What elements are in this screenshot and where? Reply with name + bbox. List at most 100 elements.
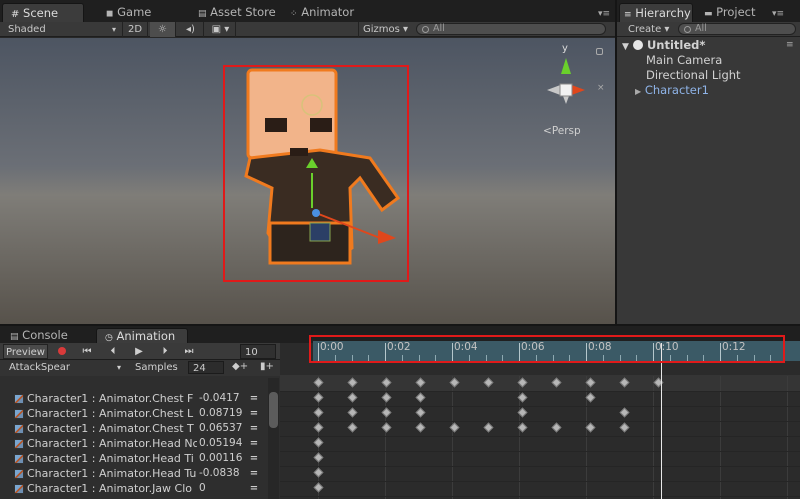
tab-asset-store[interactable]: ▤ Asset Store [190, 3, 284, 22]
lighting-toggle-icon[interactable]: ☼ [150, 22, 176, 37]
frame-field[interactable]: 10 [240, 344, 276, 359]
add-keyframe-icon[interactable]: ◆+ [232, 361, 248, 372]
hierarchy-item-character1[interactable]: ▶ Character1 [618, 83, 800, 98]
transform-curve-icon [14, 424, 24, 434]
remove-property-button[interactable]: = [249, 391, 259, 406]
samples-field[interactable]: 24 [188, 361, 224, 374]
highlight-character-box [223, 65, 409, 282]
summary-row [280, 375, 800, 391]
property-row[interactable]: Character1 : Animator.Head Tu -0.0838 = [0, 466, 265, 481]
add-event-icon[interactable]: ▮+ [260, 361, 274, 372]
unity-scene-icon [632, 40, 643, 50]
transform-curve-icon [14, 454, 24, 464]
property-name: Character1 : Animator.Jaw Clo [27, 482, 193, 495]
step-back-icon: ⏴ [110, 346, 116, 357]
play-icon: ▶ [135, 346, 143, 357]
last-key-button[interactable]: ⏭ [178, 344, 200, 359]
transform-curve-icon [14, 484, 24, 494]
shading-dropdown[interactable]: Shaded ▾ [8, 22, 118, 37]
skip-end-icon: ⏭ [184, 346, 194, 357]
collapse-arrow-icon: ▶ [635, 87, 642, 96]
row-line [280, 451, 800, 452]
property-row[interactable]: Character1 : Animator.Chest L 0.08719 = [0, 406, 265, 421]
remove-property-button[interactable]: = [249, 406, 259, 421]
tab-project[interactable]: ▬ Project [696, 3, 764, 22]
property-name: Character1 : Animator.Head Ti [27, 452, 194, 465]
transform-curve-icon [14, 409, 24, 419]
remove-property-button[interactable]: = [249, 451, 259, 466]
audio-toggle-icon[interactable]: ◂) [178, 22, 204, 37]
property-value[interactable]: 0.08719 [199, 406, 249, 421]
playhead[interactable] [661, 343, 662, 499]
tab-hierarchy[interactable]: ≡ Hierarchy [619, 3, 693, 22]
property-value[interactable]: -0.0838 [199, 466, 249, 481]
row-line [280, 436, 800, 437]
create-dropdown[interactable]: Create ▾ [628, 22, 669, 37]
hierarchy-icon: ≡ [624, 10, 632, 20]
hierarchy-item-directional-light[interactable]: Directional Light [618, 68, 800, 83]
gizmo-y-label: y [562, 43, 568, 54]
hierarchy-search-input[interactable]: All [678, 23, 796, 35]
property-value[interactable]: 0.06537 [199, 421, 249, 436]
transform-curve-icon [14, 439, 24, 449]
tab-scene[interactable]: # Scene [2, 3, 84, 22]
lock-icon[interactable] [596, 48, 603, 55]
property-name: Character1 : Animator.Chest F [27, 392, 194, 405]
folder-icon: ▬ [704, 9, 713, 19]
transform-curve-icon [14, 469, 24, 479]
remove-property-button[interactable]: = [249, 421, 259, 436]
record-button[interactable] [52, 344, 72, 359]
row-line [280, 391, 800, 392]
property-name: Character1 : Animator.Head Nc [27, 437, 197, 450]
panel-menu-icon[interactable]: ▾≡ [598, 10, 610, 19]
orientation-gizmo[interactable]: × [535, 44, 605, 124]
store-icon: ▤ [198, 9, 207, 19]
property-value[interactable]: 0 [199, 481, 249, 496]
scene-search-input[interactable]: All [416, 23, 606, 35]
scrollbar-thumb[interactable] [269, 392, 278, 428]
persp-label[interactable]: <Persp [543, 125, 581, 137]
property-name: Character1 : Animator.Chest T [27, 422, 194, 435]
property-row[interactable]: Character1 : Animator.Chest F -0.0417 = [0, 391, 265, 406]
skip-start-icon: ⏮ [82, 346, 92, 357]
property-row[interactable]: Character1 : Animator.Jaw Clo 0 = [0, 481, 265, 496]
hierarchy-menu-icon[interactable]: ▾≡ [772, 10, 784, 19]
property-value[interactable]: -0.0417 [199, 391, 249, 406]
scene-root-row[interactable]: ▼ Untitled* [618, 38, 800, 53]
step-forward-icon: ⏵ [162, 346, 168, 357]
transform-curve-icon [14, 394, 24, 404]
row-line [280, 466, 800, 467]
scene-viewport[interactable]: × y <Persp [0, 38, 615, 324]
remove-property-button[interactable]: = [249, 466, 259, 481]
gizmos-dropdown[interactable]: Gizmos ▾ [358, 22, 408, 37]
tab-console[interactable]: ▤ Console [2, 328, 76, 343]
next-key-button[interactable]: ⏵ [154, 344, 176, 359]
scene-menu-icon[interactable]: ≡ [786, 41, 797, 50]
play-button[interactable]: ▶ [128, 344, 150, 359]
tab-animation[interactable]: ◷ Animation [96, 328, 188, 343]
dropdown-arrow-icon: ▾ [116, 363, 121, 372]
first-key-button[interactable]: ⏮ [76, 344, 98, 359]
record-icon [58, 347, 66, 355]
clip-dropdown[interactable]: AttackSpear ▾ [3, 361, 125, 375]
grid-icon: # [11, 9, 20, 20]
property-row[interactable]: Character1 : Animator.Chest T 0.06537 = [0, 421, 265, 436]
property-row[interactable]: Character1 : Animator.Head Nc 0.05194 = [0, 436, 265, 451]
tab-game[interactable]: ◼ Game [98, 3, 159, 22]
remove-property-button[interactable]: = [249, 481, 259, 496]
svg-text:×: × [597, 83, 605, 93]
property-value[interactable]: 0.00116 [199, 451, 249, 466]
dropdown-arrow-icon: ▾ [112, 25, 117, 34]
property-name: Character1 : Animator.Chest L [27, 407, 194, 420]
row-line [280, 496, 800, 497]
remove-property-button[interactable]: = [249, 436, 259, 451]
property-row[interactable]: Character1 : Animator.Head Ti 0.00116 = [0, 451, 265, 466]
console-icon: ▤ [10, 332, 19, 342]
property-value[interactable]: 0.05194 [199, 436, 249, 451]
prev-key-button[interactable]: ⏴ [102, 344, 124, 359]
preview-button[interactable]: Preview [3, 344, 48, 359]
mode-2d-button[interactable]: 2D [122, 22, 148, 37]
effects-toggle-icon[interactable]: ▣ ▾ [206, 22, 236, 37]
hierarchy-item-main-camera[interactable]: Main Camera [618, 53, 800, 68]
tab-animator[interactable]: ⁘ Animator [282, 3, 362, 22]
